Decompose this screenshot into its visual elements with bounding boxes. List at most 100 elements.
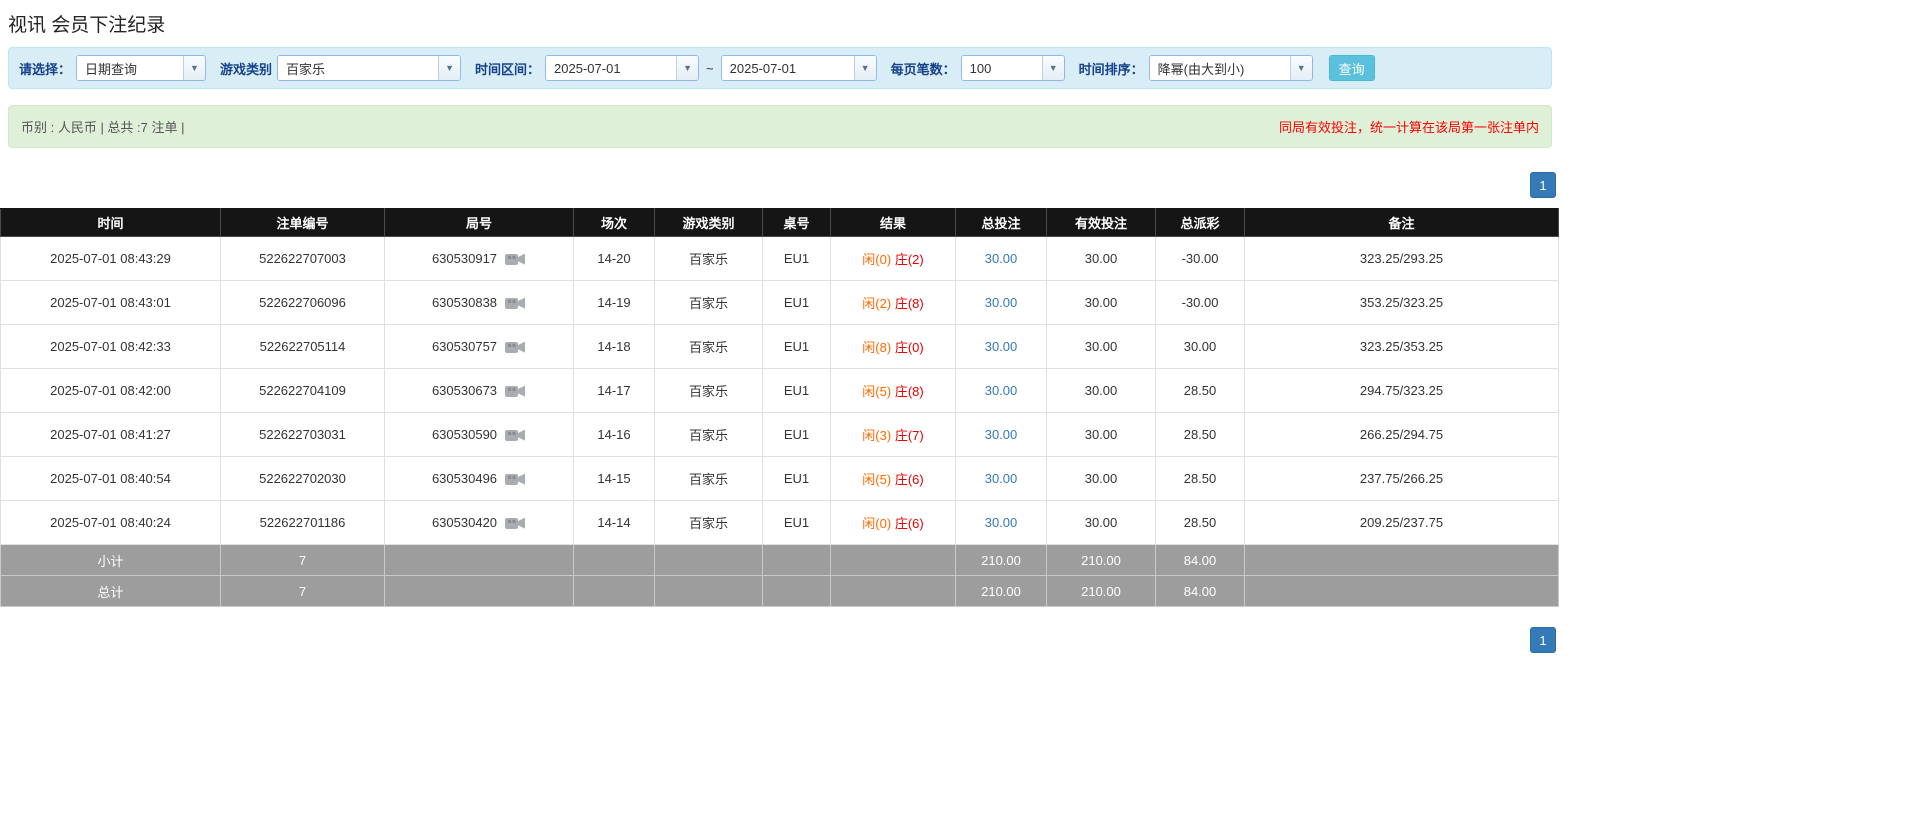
- replay-video-icon[interactable]: [504, 515, 526, 531]
- result-banker: 庄(8): [895, 384, 924, 399]
- total-bet-cell: 30.00: [956, 413, 1047, 457]
- total-valid-bet: 210.00: [1047, 576, 1156, 607]
- page-1-button[interactable]: 1: [1530, 172, 1556, 198]
- page-size-input[interactable]: [962, 56, 1042, 80]
- date-from-input[interactable]: [546, 56, 676, 80]
- remark-cell: 323.25/353.25: [1245, 325, 1559, 369]
- remark-cell: 237.75/266.25: [1245, 457, 1559, 501]
- game-type-input[interactable]: [278, 56, 438, 80]
- replay-video-icon[interactable]: [504, 471, 526, 487]
- subtotal-row: 小计 7 210.00 210.00 84.00: [1, 545, 1559, 576]
- replay-video-icon[interactable]: [504, 251, 526, 267]
- page-1-button[interactable]: 1: [1530, 627, 1556, 653]
- filter-bar: 请选择： ▼ 游戏类别 ▼ 时间区间： ▼ ~ ▼ 每页笔数： ▼ 时间排序： …: [8, 47, 1552, 89]
- replay-video-icon[interactable]: [504, 339, 526, 355]
- result-banker: 庄(8): [895, 296, 924, 311]
- result-cell: 闲(2) 庄(8): [831, 281, 956, 325]
- valid-bet-cell: 30.00: [1047, 281, 1156, 325]
- table-row: 2025-07-01 08:43:29522622707003630530917…: [1, 237, 1559, 281]
- result-banker: 庄(7): [895, 428, 924, 443]
- pagination-bottom: 1: [0, 627, 1560, 667]
- payout-cell: 28.50: [1156, 501, 1245, 545]
- time-sort-input[interactable]: [1150, 56, 1290, 80]
- replay-video-icon[interactable]: [504, 427, 526, 443]
- empty-cell: [574, 576, 655, 607]
- result-player: 闲(0): [862, 252, 891, 267]
- table-row: 2025-07-01 08:40:54522622702030630530496…: [1, 457, 1559, 501]
- total-total-bet: 210.00: [956, 576, 1047, 607]
- column-header: 桌号: [763, 209, 831, 237]
- time-cell: 2025-07-01 08:43:01: [1, 281, 221, 325]
- total-bet-cell: 30.00: [956, 369, 1047, 413]
- total-bet-link[interactable]: 30.00: [985, 471, 1018, 486]
- date-to-input[interactable]: [722, 56, 854, 80]
- select-type-caret-button[interactable]: ▼: [183, 56, 205, 80]
- column-header: 场次: [574, 209, 655, 237]
- game-type-cell: 百家乐: [655, 281, 763, 325]
- column-header: 备注: [1245, 209, 1559, 237]
- valid-bet-cell: 30.00: [1047, 325, 1156, 369]
- chevron-down-icon: ▼: [1049, 64, 1058, 73]
- table-row: 2025-07-01 08:42:00522622704109630530673…: [1, 369, 1559, 413]
- bet-records-table: 时间注单编号局号场次游戏类别桌号结果总投注有效投注总派彩备注 2025-07-0…: [0, 208, 1559, 607]
- result-banker: 庄(2): [895, 252, 924, 267]
- page-title: 视讯 会员下注纪录: [0, 0, 1560, 43]
- session-cell: 14-17: [574, 369, 655, 413]
- bet-id-cell: 522622703031: [221, 413, 385, 457]
- column-header: 总派彩: [1156, 209, 1245, 237]
- round-number: 630530420: [432, 515, 497, 530]
- payout-cell: -30.00: [1156, 237, 1245, 281]
- total-bet-cell: 30.00: [956, 325, 1047, 369]
- bet-id-cell: 522622707003: [221, 237, 385, 281]
- table-no-cell: EU1: [763, 237, 831, 281]
- replay-video-icon[interactable]: [504, 383, 526, 399]
- total-bet-link[interactable]: 30.00: [985, 427, 1018, 442]
- table-row: 2025-07-01 08:40:24522622701186630530420…: [1, 501, 1559, 545]
- result-player: 闲(2): [862, 296, 891, 311]
- total-label: 总计: [1, 576, 221, 607]
- column-header: 时间: [1, 209, 221, 237]
- result-cell: 闲(5) 庄(8): [831, 369, 956, 413]
- empty-cell: [655, 576, 763, 607]
- page-size-caret-button[interactable]: ▼: [1042, 56, 1064, 80]
- empty-cell: [1245, 545, 1559, 576]
- game-type-cell: 百家乐: [655, 369, 763, 413]
- date-from-caret-button[interactable]: ▼: [676, 56, 698, 80]
- round-number: 630530590: [432, 427, 497, 442]
- time-cell: 2025-07-01 08:40:24: [1, 501, 221, 545]
- bet-id-cell: 522622705114: [221, 325, 385, 369]
- replay-video-icon[interactable]: [504, 295, 526, 311]
- result-banker: 庄(6): [895, 472, 924, 487]
- round-cell: 630530590: [385, 413, 574, 457]
- time-cell: 2025-07-01 08:41:27: [1, 413, 221, 457]
- total-bet-cell: 30.00: [956, 237, 1047, 281]
- search-button[interactable]: 查询: [1329, 55, 1375, 81]
- pagination-top: 1: [0, 172, 1560, 198]
- total-bet-link[interactable]: 30.00: [985, 515, 1018, 530]
- total-bet-link[interactable]: 30.00: [985, 383, 1018, 398]
- game-type-cell: 百家乐: [655, 413, 763, 457]
- date-range-separator: ~: [706, 61, 714, 76]
- subtotal-label: 小计: [1, 545, 221, 576]
- total-payout: 84.00: [1156, 576, 1245, 607]
- page-content: 视讯 会员下注纪录 请选择： ▼ 游戏类别 ▼ 时间区间： ▼ ~ ▼ 每页笔数…: [0, 0, 1560, 667]
- remark-cell: 294.75/323.25: [1245, 369, 1559, 413]
- table-no-cell: EU1: [763, 413, 831, 457]
- total-bet-link[interactable]: 30.00: [985, 295, 1018, 310]
- subtotal-valid-bet: 210.00: [1047, 545, 1156, 576]
- round-cell: 630530757: [385, 325, 574, 369]
- table-header-row: 时间注单编号局号场次游戏类别桌号结果总投注有效投注总派彩备注: [1, 209, 1559, 237]
- date-to-caret-button[interactable]: ▼: [854, 56, 876, 80]
- result-player: 闲(5): [862, 472, 891, 487]
- total-row: 总计 7 210.00 210.00 84.00: [1, 576, 1559, 607]
- time-cell: 2025-07-01 08:42:00: [1, 369, 221, 413]
- round-number: 630530496: [432, 471, 497, 486]
- chevron-down-icon: ▼: [861, 64, 870, 73]
- total-bet-link[interactable]: 30.00: [985, 251, 1018, 266]
- select-type-input[interactable]: [77, 56, 183, 80]
- time-sort-caret-button[interactable]: ▼: [1290, 56, 1312, 80]
- game-type-caret-button[interactable]: ▼: [438, 56, 460, 80]
- column-header: 游戏类别: [655, 209, 763, 237]
- session-cell: 14-18: [574, 325, 655, 369]
- total-bet-link[interactable]: 30.00: [985, 339, 1018, 354]
